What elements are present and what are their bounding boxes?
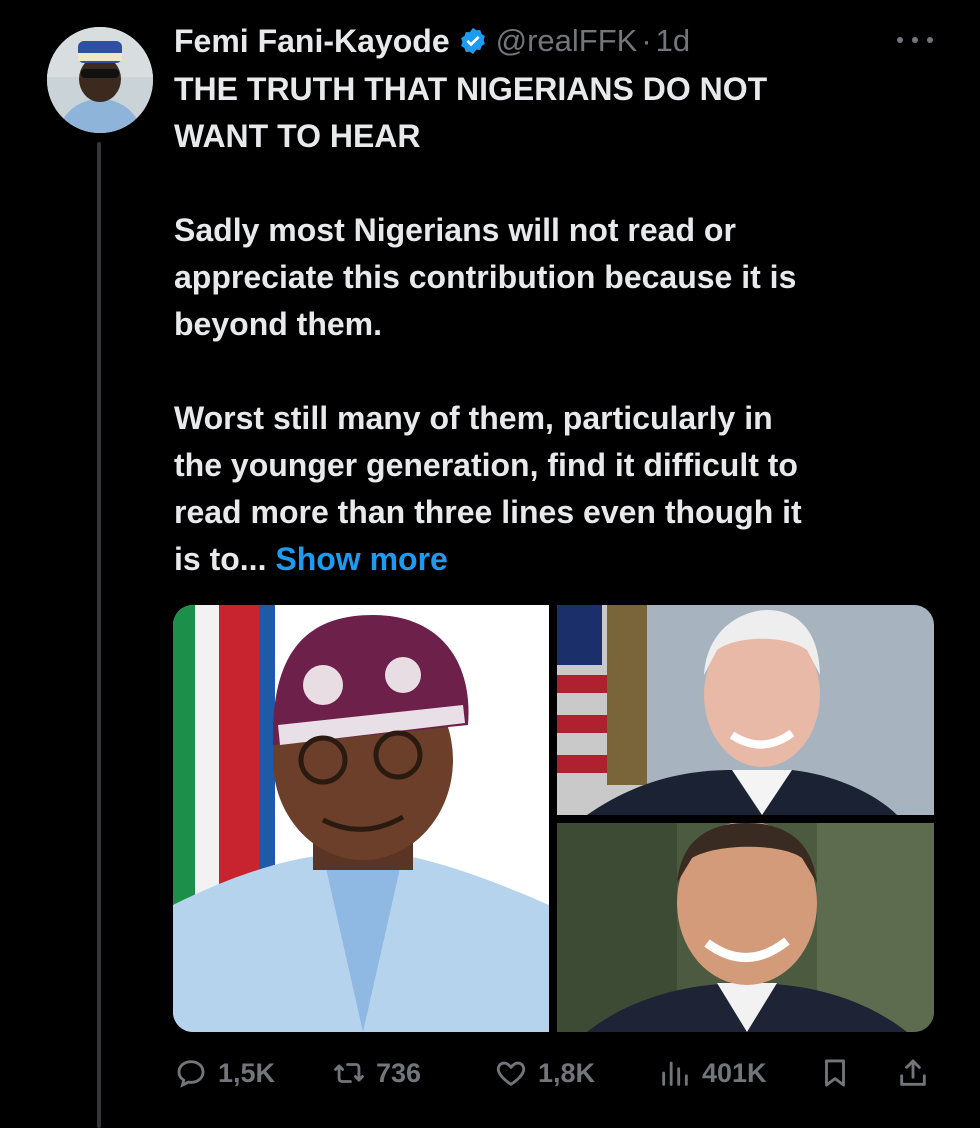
tweet-text-line: beyond them. [174,306,383,342]
photo-man-in-agbada-and-cap[interactable] [173,605,549,1032]
photo-smiling-man-in-suit[interactable] [557,823,934,1032]
like-count: 1,8K [538,1057,596,1088]
tweet-header: Femi Fani-Kayode @realFFK · 1d [174,20,690,62]
views-button[interactable]: 401K [658,1053,767,1093]
tweet-text-line: is to... Show more [174,536,934,583]
tweet-text-line: Worst still many of them, particularly i… [174,400,773,436]
reply-icon [177,1060,205,1088]
like-button[interactable]: 1,8K [494,1053,595,1093]
author-name[interactable]: Femi Fani-Kayode [174,23,450,60]
tweet-actions: 1,5K 736 1,8K 401K [174,1053,934,1093]
tweet-text-line: the younger generation, find it difficul… [174,447,798,483]
repost-icon [334,1063,364,1083]
tweet-text-line: Sadly most Nigerians will not read or [174,212,736,248]
tweet-title-line: THE TRUTH THAT NIGERIANS DO NOT [174,71,768,107]
share-button[interactable] [896,1053,930,1093]
tweet-text-line: appreciate this contribution because it … [174,259,797,295]
tweet-text-truncated: is to... [174,541,267,577]
tweet-text: THE TRUTH THAT NIGERIANS DO NOT WANT TO … [174,66,934,583]
thread-line [97,142,101,1128]
tweet-text-line: read more than three lines even though i… [174,494,802,530]
verified-badge-icon [458,26,488,56]
repost-count: 736 [376,1057,422,1088]
author-handle[interactable]: @realFFK [496,23,638,59]
avatar[interactable] [47,27,153,133]
tweet-time[interactable]: 1d [656,23,690,59]
show-more-link[interactable]: Show more [275,541,447,577]
reply-button[interactable]: 1,5K [174,1053,275,1093]
separator-dot: · [641,23,652,58]
views-icon [662,1061,688,1086]
photo-man-with-flag[interactable] [557,605,934,815]
more-options-icon[interactable] [897,30,933,50]
tweet-title-line: WANT TO HEAR [174,118,421,154]
repost-button[interactable]: 736 [332,1053,421,1093]
share-icon [900,1059,926,1086]
heart-icon [496,1061,526,1086]
media-grid [173,605,934,1032]
bookmark-button[interactable] [818,1053,852,1093]
bookmark-icon [825,1059,845,1087]
view-count: 401K [702,1057,767,1088]
reply-count: 1,5K [218,1057,276,1088]
